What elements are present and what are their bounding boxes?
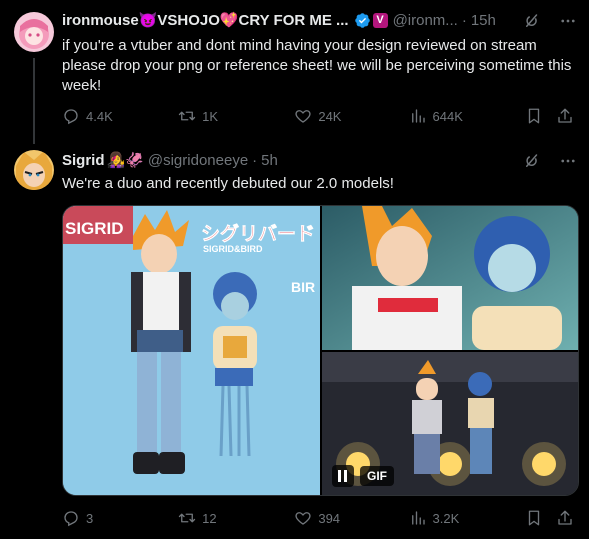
gif-label: GIF bbox=[360, 466, 394, 486]
art-logo-sub: SIGRID&BIRD bbox=[203, 244, 263, 254]
name-emojis: 👩‍🎤🦑 bbox=[106, 152, 144, 169]
share-button[interactable] bbox=[556, 509, 580, 527]
handle[interactable]: @sigridoneeye bbox=[148, 152, 248, 169]
tweet-top-actions bbox=[523, 152, 577, 170]
timestamp[interactable]: 15h bbox=[471, 12, 496, 29]
tweet-actions: 3 12 394 3.2K bbox=[62, 508, 580, 528]
timestamp[interactable]: 5h bbox=[261, 152, 278, 169]
reply-button[interactable]: 3 bbox=[62, 509, 178, 527]
grok-icon[interactable] bbox=[523, 12, 541, 30]
tweet-header: Sigrid 👩‍🎤🦑 @sigridoneeye · 5h bbox=[62, 150, 278, 170]
tweet-text: if you're a vtuber and dont mind having … bbox=[62, 37, 572, 94]
repost-icon bbox=[178, 111, 196, 121]
separator: · bbox=[252, 151, 258, 169]
tweet-text: We're a duo and recently debuted our 2.0… bbox=[62, 175, 394, 192]
like-count: 394 bbox=[318, 510, 341, 526]
thread-connector bbox=[33, 58, 35, 144]
display-name[interactable]: Sigrid bbox=[62, 152, 105, 169]
art-side-label: BIR bbox=[291, 279, 315, 295]
repost-button[interactable]: 12 bbox=[178, 509, 294, 527]
share-icon bbox=[558, 108, 573, 123]
views-icon bbox=[411, 109, 425, 123]
display-name[interactable]: ironmouse😈VSHOJO💖CRY FOR ME ... bbox=[62, 11, 349, 29]
more-icon[interactable] bbox=[559, 152, 577, 170]
view-count: 3.2K bbox=[432, 510, 460, 526]
pause-icon bbox=[338, 470, 347, 482]
handle[interactable]: @ironm... bbox=[393, 12, 458, 29]
separator: · bbox=[461, 11, 467, 29]
tweet-header: ironmouse😈VSHOJO💖CRY FOR ME ... V @ironm… bbox=[62, 10, 496, 30]
like-count: 24K bbox=[318, 108, 342, 124]
media-gif-performance[interactable]: GIF bbox=[322, 352, 578, 495]
avatar[interactable] bbox=[14, 12, 54, 52]
bookmark-icon bbox=[528, 510, 539, 526]
repost-count: 1K bbox=[202, 108, 219, 124]
reply-icon bbox=[64, 109, 78, 125]
bookmark-button[interactable] bbox=[525, 509, 549, 527]
avatar[interactable] bbox=[14, 150, 54, 190]
media-image-reference-sheet[interactable]: SIGRID シグリバード SIGRID&BIRD BIR bbox=[63, 206, 320, 495]
media-grid[interactable]: SIGRID シグリバード SIGRID&BIRD BIR GIF bbox=[62, 205, 579, 496]
views-button[interactable]: 644K bbox=[409, 107, 525, 125]
timeline: ironmouse😈VSHOJO💖CRY FOR ME ... V @ironm… bbox=[0, 0, 589, 539]
bookmark-icon bbox=[528, 108, 539, 124]
reply-count: 3 bbox=[86, 510, 94, 526]
reply-icon bbox=[64, 511, 78, 527]
repost-button[interactable]: 1K bbox=[178, 107, 294, 125]
affiliate-badge[interactable]: V bbox=[372, 12, 388, 28]
view-count: 644K bbox=[432, 108, 463, 124]
share-button[interactable] bbox=[556, 107, 580, 125]
gif-controls: GIF bbox=[332, 465, 394, 487]
grok-icon[interactable] bbox=[523, 152, 541, 170]
pause-button[interactable] bbox=[332, 465, 354, 487]
tweet-top-actions bbox=[523, 12, 577, 30]
like-icon bbox=[295, 512, 311, 525]
views-button[interactable]: 3.2K bbox=[409, 509, 525, 527]
like-button[interactable]: 394 bbox=[294, 509, 408, 527]
repost-icon bbox=[178, 513, 196, 523]
reply-button[interactable]: 4.4K bbox=[62, 107, 178, 125]
like-button[interactable]: 24K bbox=[294, 107, 408, 125]
bookmark-button[interactable] bbox=[525, 107, 549, 125]
art-logo: シグリバード bbox=[201, 222, 315, 245]
art-title: SIGRID bbox=[65, 219, 124, 238]
reply-count: 4.4K bbox=[86, 108, 113, 124]
like-icon bbox=[295, 110, 311, 123]
media-image-duo-closeup[interactable] bbox=[322, 206, 578, 350]
share-icon bbox=[558, 510, 573, 525]
verified-icon bbox=[354, 12, 370, 28]
more-icon[interactable] bbox=[559, 12, 577, 30]
tweet-actions: 4.4K 1K 24K 644K bbox=[62, 106, 580, 126]
views-icon bbox=[411, 511, 425, 525]
repost-count: 12 bbox=[202, 510, 217, 526]
